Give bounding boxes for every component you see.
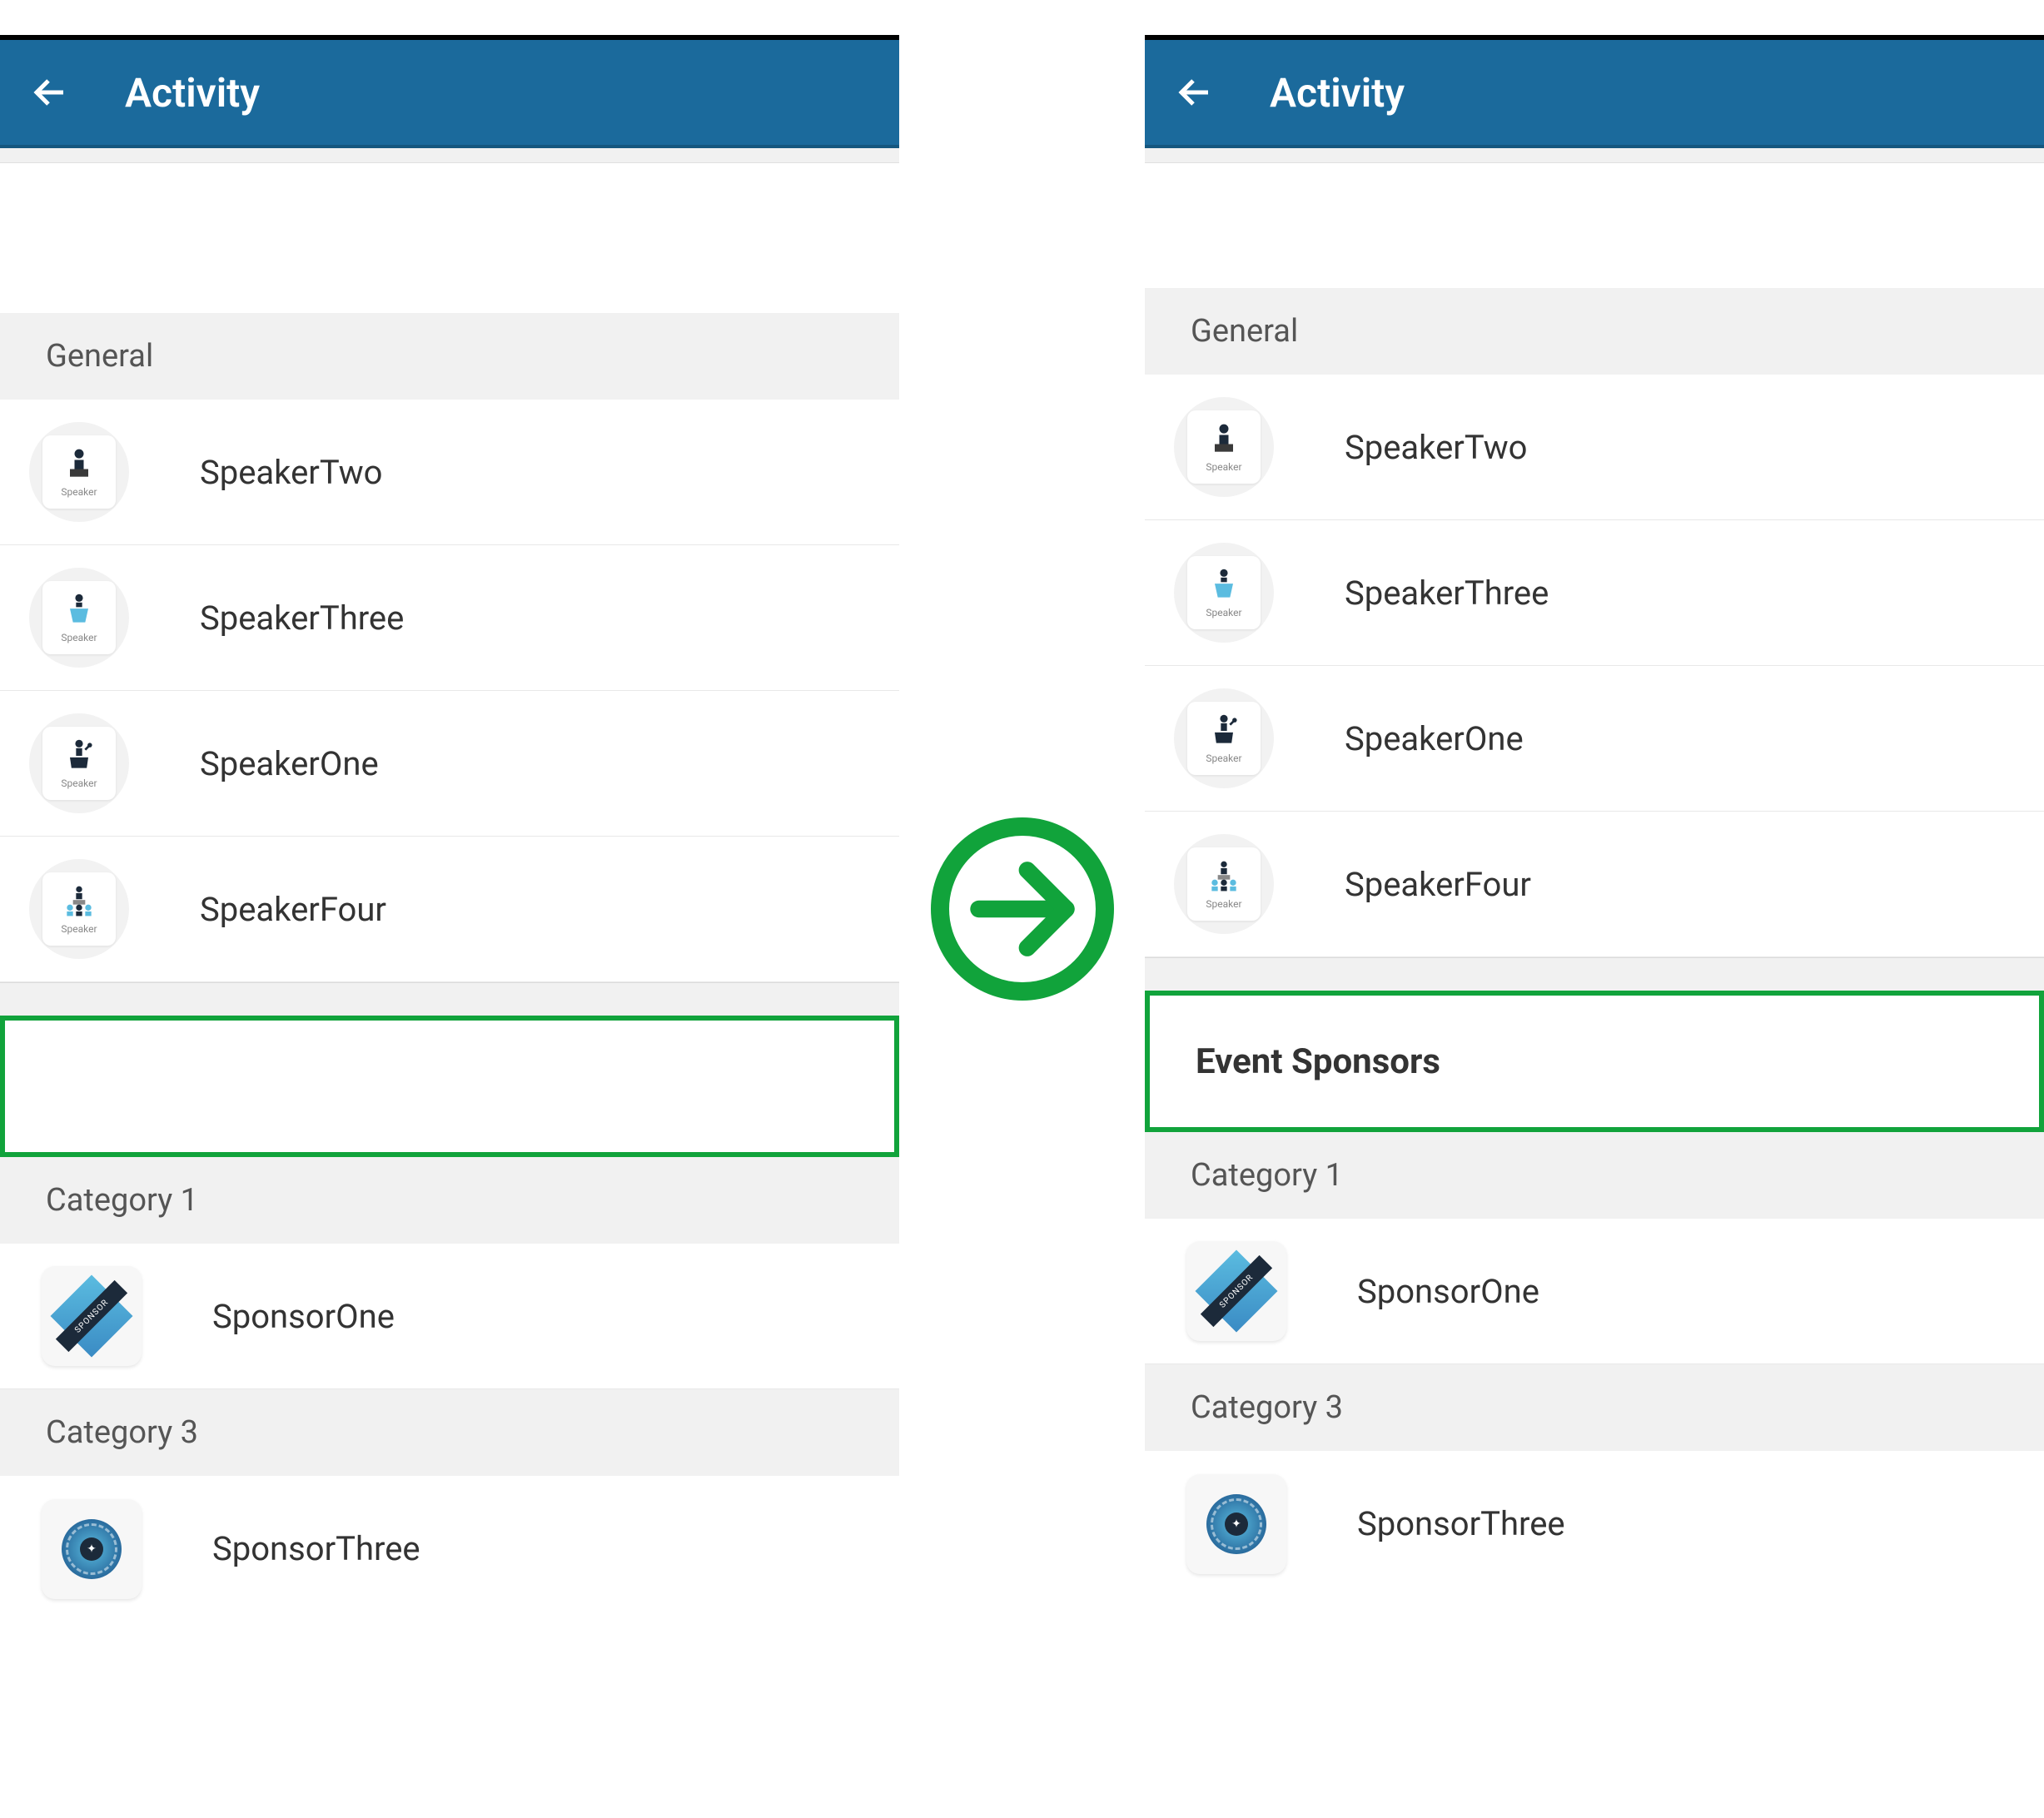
- avatar: Speaker: [1174, 543, 1274, 643]
- avatar: Speaker: [29, 568, 129, 668]
- list-item-speaker[interactable]: Speaker SpeakerThree: [1145, 520, 2044, 666]
- item-label: SponsorOne: [1357, 1272, 1539, 1311]
- list-item-speaker[interactable]: Speaker SpeakerOne: [0, 691, 899, 837]
- list-item-speaker[interactable]: Speaker SpeakerTwo: [1145, 375, 2044, 520]
- screen-before: Activity General Speaker SpeakerTwo Spea…: [0, 35, 899, 1783]
- avatar: Speaker: [1174, 397, 1274, 497]
- app-header: Activity: [0, 40, 899, 148]
- item-label: SpeakerTwo: [200, 453, 382, 492]
- category-header-general: General: [1145, 288, 2044, 375]
- list-item-speaker[interactable]: Speaker SpeakerFour: [0, 837, 899, 982]
- speaker-lectern-icon: Speaker: [1187, 556, 1261, 629]
- list-item-sponsor[interactable]: ✦ SponsorThree: [0, 1476, 899, 1622]
- avatar: Speaker: [1174, 688, 1274, 788]
- page-title: Activity: [125, 69, 260, 117]
- avatar: SPONSOR: [42, 1266, 142, 1366]
- speaker-mic-icon: Speaker: [1187, 702, 1261, 775]
- category-header-1: Category 1: [0, 1157, 899, 1244]
- list-item-speaker[interactable]: Speaker SpeakerThree: [0, 545, 899, 691]
- avatar: Speaker: [29, 713, 129, 813]
- list-item-speaker[interactable]: Speaker SpeakerOne: [1145, 666, 2044, 812]
- avatar: SPONSOR: [1186, 1241, 1286, 1341]
- list-item-sponsor[interactable]: SPONSOR SponsorOne: [1145, 1219, 2044, 1364]
- section-gap: [1145, 957, 2044, 991]
- item-label: SpeakerFour: [200, 890, 386, 929]
- speaker-podium-icon: Speaker: [42, 435, 116, 509]
- spacer: [0, 148, 899, 163]
- category-header-3: Category 3: [1145, 1364, 2044, 1451]
- sponsor-diamond-icon: SPONSOR: [62, 1287, 121, 1345]
- item-label: SpeakerThree: [200, 599, 404, 638]
- avatar: ✦: [42, 1499, 142, 1599]
- section-title-highlight: [0, 1016, 899, 1157]
- avatar: Speaker: [1174, 834, 1274, 934]
- sponsor-diamond-icon: SPONSOR: [1207, 1262, 1266, 1320]
- list-item-sponsor[interactable]: SPONSOR SponsorOne: [0, 1244, 899, 1389]
- arrow-left-icon: [1175, 72, 1215, 112]
- transition-arrow: [931, 817, 1114, 1001]
- speaker-podium-icon: Speaker: [1187, 410, 1261, 484]
- item-label: SpeakerFour: [1345, 865, 1531, 904]
- item-label: SpeakerOne: [200, 744, 379, 783]
- item-label: SponsorOne: [212, 1297, 395, 1336]
- speaker-mic-icon: Speaker: [42, 727, 116, 800]
- section-title-highlight: Event Sponsors: [1145, 991, 2044, 1132]
- speaker-lectern-icon: Speaker: [42, 581, 116, 654]
- arrow-right-circle-icon: [931, 817, 1114, 1001]
- screen-after: Activity General Speaker SpeakerTwo Spea…: [1145, 35, 2044, 1783]
- speaker-group-icon: Speaker: [1187, 847, 1261, 921]
- section-gap: [0, 982, 899, 1016]
- avatar: Speaker: [29, 859, 129, 959]
- item-label: SpeakerThree: [1345, 574, 1549, 613]
- list-item-speaker[interactable]: Speaker SpeakerTwo: [0, 400, 899, 545]
- sponsor-seal-icon: ✦: [62, 1519, 122, 1579]
- app-header: Activity: [1145, 40, 2044, 148]
- item-label: SpeakerTwo: [1345, 428, 1527, 467]
- avatar: Speaker: [29, 422, 129, 522]
- item-label: SpeakerOne: [1345, 719, 1524, 758]
- section-title: Event Sponsors: [1196, 1041, 1440, 1082]
- item-label: SponsorThree: [212, 1529, 420, 1568]
- spacer: [0, 163, 899, 313]
- sponsor-seal-icon: ✦: [1206, 1494, 1266, 1554]
- page-title: Activity: [1270, 69, 1405, 117]
- arrow-left-icon: [30, 72, 70, 112]
- spacer: [1145, 148, 2044, 163]
- category-header-general: General: [0, 313, 899, 400]
- list-item-sponsor[interactable]: ✦ SponsorThree: [1145, 1451, 2044, 1597]
- category-header-3: Category 3: [0, 1389, 899, 1476]
- spacer: [1145, 163, 2044, 288]
- back-button[interactable]: [1170, 67, 1220, 117]
- item-label: SponsorThree: [1357, 1504, 1565, 1543]
- back-button[interactable]: [25, 67, 75, 117]
- category-header-1: Category 1: [1145, 1132, 2044, 1219]
- speaker-group-icon: Speaker: [42, 872, 116, 946]
- list-item-speaker[interactable]: Speaker SpeakerFour: [1145, 812, 2044, 957]
- avatar: ✦: [1186, 1474, 1286, 1574]
